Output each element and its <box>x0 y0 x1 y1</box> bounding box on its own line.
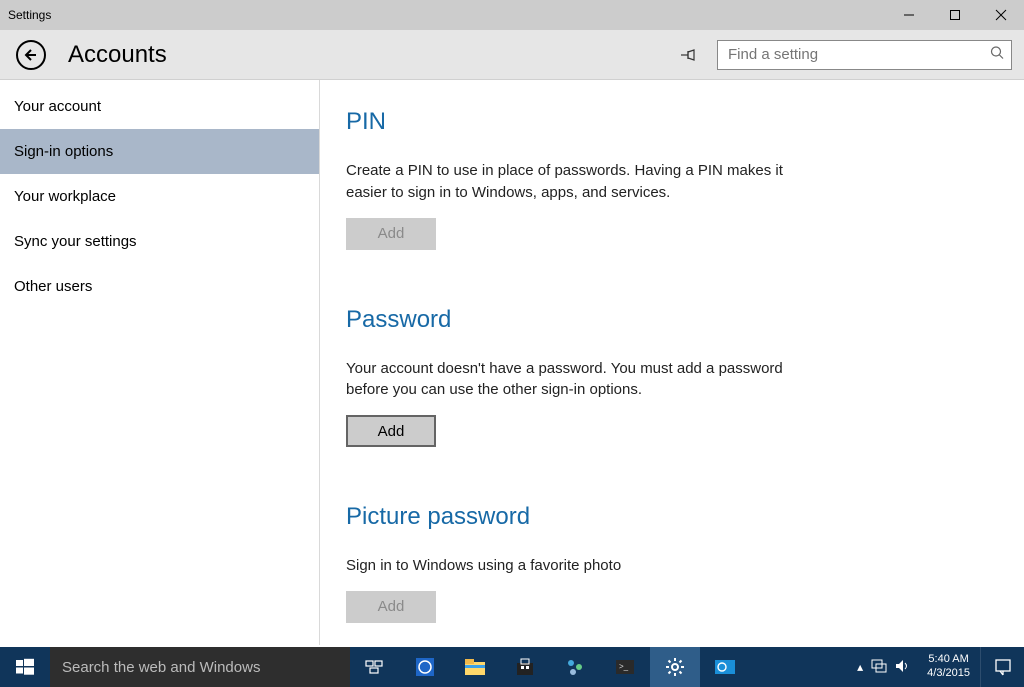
search-input[interactable] <box>717 40 1012 70</box>
taskbar-search[interactable]: Search the web and Windows <box>50 647 350 687</box>
svg-text:>_: >_ <box>619 662 629 671</box>
pin-description: Create a PIN to use in place of password… <box>346 160 786 204</box>
sidebar-item-sign-in-options[interactable]: Sign-in options <box>0 129 319 174</box>
window-title: Settings <box>8 8 51 22</box>
close-button[interactable] <box>978 0 1024 30</box>
file-explorer-icon[interactable] <box>450 647 500 687</box>
sidebar-item-your-workplace[interactable]: Your workplace <box>0 174 319 219</box>
pin-heading: PIN <box>346 108 998 136</box>
taskbar-search-placeholder: Search the web and Windows <box>62 659 260 676</box>
volume-icon[interactable] <box>895 659 911 676</box>
sidebar: Your account Sign-in options Your workpl… <box>0 80 320 645</box>
back-button[interactable] <box>16 40 46 70</box>
clock-date: 4/3/2015 <box>927 667 970 681</box>
title-bar: Settings <box>0 0 1024 30</box>
sidebar-item-your-account[interactable]: Your account <box>0 84 319 129</box>
picture-password-add-button: Add <box>346 591 436 623</box>
network-icon[interactable] <box>871 659 887 676</box>
sidebar-item-sync-your-settings[interactable]: Sync your settings <box>0 219 319 264</box>
store-icon[interactable] <box>500 647 550 687</box>
header-bar: Accounts <box>0 30 1024 80</box>
minimize-button[interactable] <box>886 0 932 30</box>
settings-taskbar-icon[interactable] <box>650 647 700 687</box>
maximize-button[interactable] <box>932 0 978 30</box>
app-icon-1[interactable] <box>550 647 600 687</box>
tray-chevron-icon[interactable]: ▴ <box>857 660 863 674</box>
password-description: Your account doesn't have a password. Yo… <box>346 358 786 402</box>
search-icon <box>990 45 1004 64</box>
notifications-icon[interactable] <box>980 647 1024 687</box>
page-title: Accounts <box>68 41 167 69</box>
pin-window-icon[interactable] <box>679 46 697 64</box>
password-add-button[interactable]: Add <box>346 415 436 447</box>
taskbar: Search the web and Windows >_ ▴ 5:40 AM <box>0 647 1024 687</box>
pin-add-button: Add <box>346 218 436 250</box>
picture-password-heading: Picture password <box>346 503 998 531</box>
edge-icon[interactable] <box>400 647 450 687</box>
sidebar-item-other-users[interactable]: Other users <box>0 264 319 309</box>
system-tray: ▴ 5:40 AM 4/3/2015 <box>857 647 980 687</box>
picture-password-description: Sign in to Windows using a favorite phot… <box>346 555 786 577</box>
app-icon-3[interactable] <box>700 647 750 687</box>
content-area: PIN Create a PIN to use in place of pass… <box>320 80 1024 645</box>
app-icon-2[interactable]: >_ <box>600 647 650 687</box>
password-heading: Password <box>346 306 998 334</box>
start-button[interactable] <box>0 647 50 687</box>
taskbar-clock[interactable]: 5:40 AM 4/3/2015 <box>919 653 978 681</box>
task-view-icon[interactable] <box>350 647 400 687</box>
clock-time: 5:40 AM <box>927 653 970 667</box>
